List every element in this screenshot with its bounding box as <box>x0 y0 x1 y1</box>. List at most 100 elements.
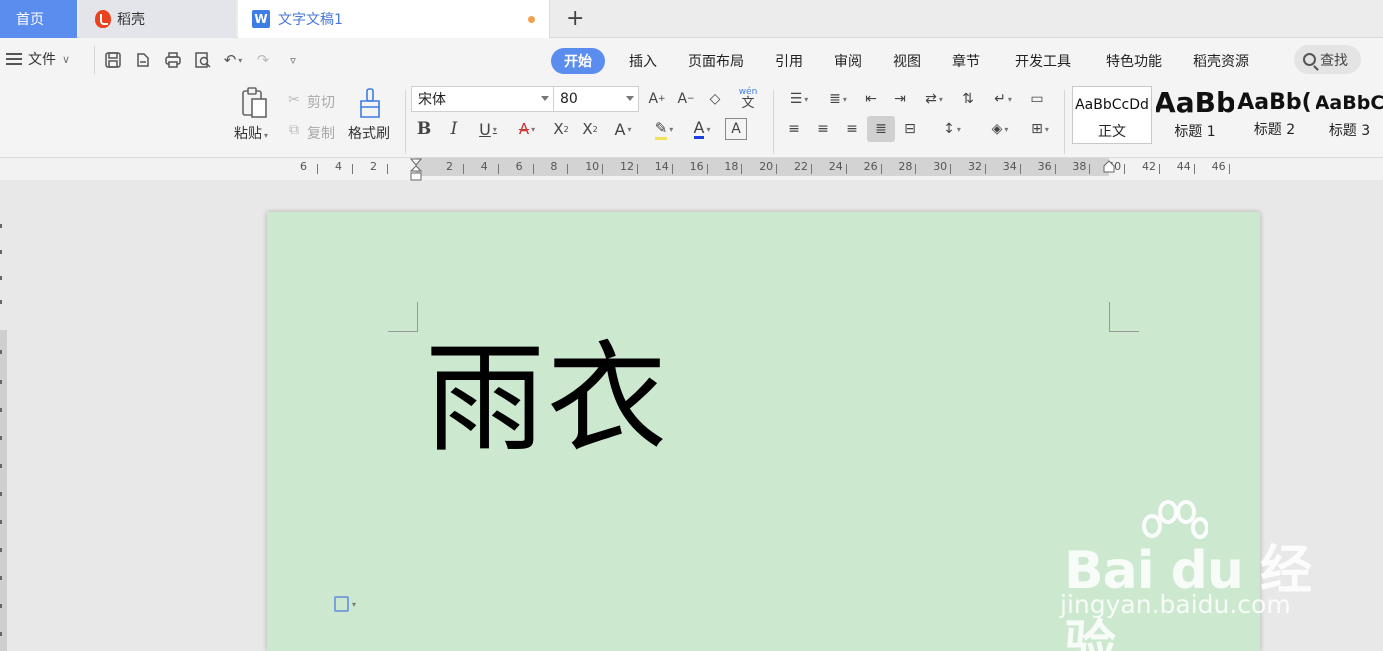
font-color-icon[interactable]: A ▾ <box>686 118 718 140</box>
decrease-indent-icon[interactable]: ⇤ <box>860 88 882 110</box>
align-center-icon[interactable]: ≡ <box>812 118 834 140</box>
style-heading-1[interactable]: AaBb 标题 1 <box>1156 86 1234 144</box>
ruler-tick-label: 28 <box>898 160 913 173</box>
undo-icon[interactable]: ↶ ▾ <box>223 50 243 70</box>
style-heading-3[interactable]: AaBbC 标题 3 <box>1316 86 1383 144</box>
font-name-select[interactable]: 宋体 <box>411 86 554 112</box>
ruler-tick-label: 16 <box>689 160 704 173</box>
italic-icon[interactable]: I <box>444 118 464 140</box>
ruler-tick <box>567 164 569 174</box>
tab-page-layout[interactable]: 页面布局 <box>688 47 744 75</box>
right-indent-marker-icon[interactable] <box>1103 158 1115 176</box>
file-menu-button[interactable]: 文件 ∨ <box>6 49 70 69</box>
superscript-icon[interactable]: X2 <box>550 118 572 140</box>
ruler-tick-label: 12 <box>620 160 634 173</box>
new-tab-button[interactable]: + <box>566 6 584 31</box>
ruler-tick-label: 14 <box>654 160 669 173</box>
unsaved-dot-icon <box>528 16 535 23</box>
cut-button[interactable]: 剪切 <box>307 92 335 112</box>
search-button[interactable]: 查找 <box>1294 45 1361 74</box>
text-effect-icon[interactable]: A ▾ <box>607 118 639 140</box>
tab-start[interactable]: 开始 <box>551 48 605 74</box>
text-direction-icon[interactable]: ⇄ ▾ <box>918 88 950 110</box>
ruler-tick-label: 4 <box>335 160 342 173</box>
print-icon[interactable] <box>163 50 183 70</box>
redo-icon[interactable]: ↷ <box>253 50 273 70</box>
bullet-list-icon[interactable]: ☰ ▾ <box>783 88 815 110</box>
left-indent-marker-icon[interactable] <box>409 158 423 182</box>
ruler-tick-label: 42 <box>1142 160 1156 173</box>
document-page[interactable]: 雨衣 ▾ <box>267 212 1260 651</box>
tab-developer[interactable]: 开发工具 <box>1015 47 1071 75</box>
bold-icon[interactable]: B <box>414 118 434 140</box>
tab-features[interactable]: 特色功能 <box>1106 47 1162 75</box>
export-icon[interactable] <box>133 50 153 70</box>
borders-icon[interactable]: ⊞ ▾ <box>1024 118 1056 140</box>
ruler-tick <box>671 164 673 174</box>
style-heading-3-name: 标题 3 <box>1328 123 1371 139</box>
shrink-font-icon[interactable]: A − <box>675 88 697 110</box>
font-size-select[interactable]: 80 <box>553 86 639 112</box>
ruler-tick <box>1159 164 1160 174</box>
strikethrough-icon[interactable]: A ▾ <box>511 118 543 140</box>
ruler-tick <box>985 164 986 174</box>
show-marks-icon[interactable]: ↵ ▾ <box>987 88 1019 110</box>
tab-review[interactable]: 审阅 <box>834 47 862 75</box>
clear-format-icon[interactable]: ◇ <box>704 88 726 110</box>
underline-icon[interactable]: U ▾ <box>472 118 504 140</box>
pinyin-guide-icon[interactable]: wén 文 <box>733 86 763 110</box>
paste-icon[interactable] <box>238 86 270 120</box>
style-normal[interactable]: AaBbCcDd 正文 <box>1072 86 1152 144</box>
style-heading-2[interactable]: AaBb( 标题 2 <box>1236 86 1313 144</box>
character-border-icon[interactable]: A <box>725 118 747 140</box>
line-spacing-icon[interactable]: ↕ ▾ <box>936 118 968 140</box>
style-normal-sample: AaBbCcDd <box>1075 97 1149 113</box>
ruler-tick-label: 34 <box>1002 160 1017 173</box>
style-normal-name: 正文 <box>1098 124 1126 140</box>
tab-references[interactable]: 引用 <box>775 47 803 75</box>
ruler-tick <box>950 164 952 174</box>
paste-options-button[interactable]: ▾ <box>334 596 356 612</box>
tab-document[interactable]: W 文字文稿1 <box>238 0 550 38</box>
customize-toolbar-icon[interactable]: ▿ <box>283 50 303 70</box>
format-painter-button[interactable]: 格式刷 <box>348 123 390 143</box>
tab-home[interactable]: 首页 <box>0 0 77 38</box>
subscript-icon[interactable]: X2 <box>579 118 601 140</box>
tab-view[interactable]: 视图 <box>893 47 921 75</box>
ruler-tick <box>602 164 604 174</box>
sort-icon[interactable]: ⇅ <box>957 88 979 110</box>
tab-chapter[interactable]: 章节 <box>952 47 980 75</box>
align-left-icon[interactable]: ≡ <box>783 118 805 140</box>
shading-icon[interactable]: ◈ ▾ <box>984 118 1016 140</box>
print-preview-icon[interactable] <box>193 50 213 70</box>
copy-button[interactable]: 复制 <box>307 123 335 143</box>
cut-icon: ✂ <box>288 92 300 108</box>
format-painter-icon[interactable] <box>356 86 384 120</box>
align-right-icon[interactable]: ≡ <box>841 118 863 140</box>
tab-docer[interactable]: 稻壳 <box>79 0 236 38</box>
save-icon[interactable] <box>103 50 123 70</box>
tab-docer-resources[interactable]: 稻壳资源 <box>1193 47 1249 75</box>
justify-icon[interactable]: ≣ <box>867 116 895 142</box>
ruler-tick <box>706 164 708 174</box>
paste-button[interactable]: 粘贴 ▾ <box>234 123 268 143</box>
tab-docer-label: 稻壳 <box>117 12 145 28</box>
ruler-tick-label: 20 <box>759 160 774 173</box>
ruler-tick <box>463 164 464 174</box>
increase-indent-icon[interactable]: ⇥ <box>889 88 911 110</box>
document-body-text[interactable]: 雨衣 <box>425 340 669 460</box>
style-heading-1-name: 标题 1 <box>1174 124 1216 140</box>
ruler-tick <box>637 164 638 174</box>
window-tab-bar: 首页 稻壳 W 文字文稿1 + <box>0 0 1383 38</box>
grow-font-icon[interactable]: A + <box>646 88 668 110</box>
ruler-tick-label: 2 <box>446 160 453 173</box>
numbered-list-icon[interactable]: ≣ ▾ <box>822 88 854 110</box>
tab-insert[interactable]: 插入 <box>629 47 657 75</box>
ruler-tick-label: 32 <box>968 160 982 173</box>
hamburger-icon <box>6 53 22 65</box>
highlight-color-icon[interactable]: ✎ ▾ <box>648 118 680 140</box>
vertical-ruler[interactable] <box>0 180 8 651</box>
distributed-align-icon[interactable]: ⊟ <box>899 118 921 140</box>
table-ruler-icon[interactable]: ▭ <box>1026 88 1048 110</box>
style-heading-2-sample: AaBb( <box>1237 90 1312 115</box>
